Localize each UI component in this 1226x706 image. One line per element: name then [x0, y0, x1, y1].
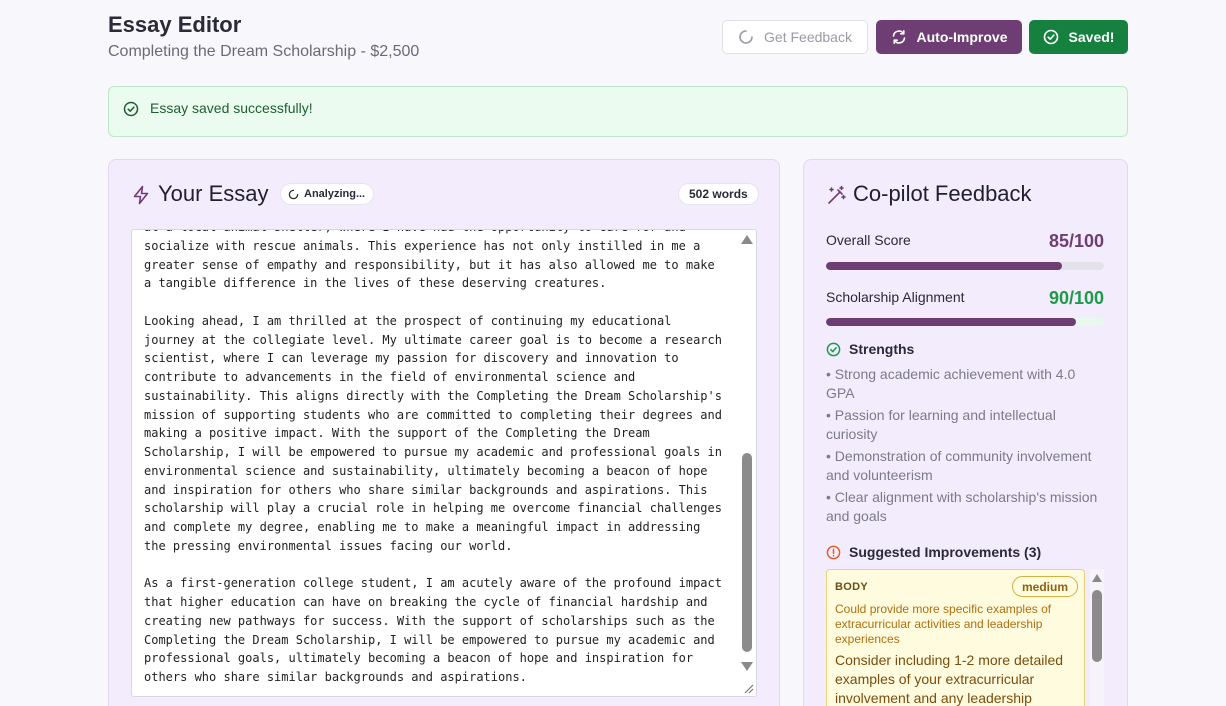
strength-item: • Demonstration of community involvement… [826, 448, 1092, 483]
essay-panel: Your Essay Analyzing... 502 words at a l… [108, 159, 780, 706]
alignment-score-value: 90/100 [1048, 288, 1104, 308]
alignment-score-label: Scholarship Alignment [826, 289, 965, 305]
analyzing-label: Analyzing... [304, 188, 366, 200]
scroll-up-icon[interactable] [1092, 574, 1102, 582]
alert-message: Essay saved successfully! [150, 100, 313, 116]
alert-circle-icon [826, 545, 841, 559]
loading-spinner-icon [288, 189, 299, 199]
improvements-heading: Suggested Improvements (3) [826, 544, 1041, 560]
check-circle-icon [1043, 29, 1058, 45]
overall-score-bar [826, 262, 1104, 270]
copilot-title: Co-pilot Feedback [853, 181, 1032, 206]
essay-title: Your Essay [158, 181, 269, 206]
page-title: Essay Editor [108, 12, 242, 37]
get-feedback-label: Get Feedback [764, 29, 852, 45]
strength-item: • Passion for learning and intellectual … [826, 407, 1056, 442]
alignment-score-bar [826, 318, 1104, 326]
resize-handle-icon[interactable] [742, 682, 754, 694]
check-circle-icon [826, 342, 841, 356]
word-count-badge: 502 words [678, 183, 759, 205]
overall-score-value: 85/100 [1048, 231, 1104, 251]
improvements-scrollbar[interactable] [1090, 569, 1104, 706]
scrollbar-thumb[interactable] [1092, 590, 1102, 662]
loading-spinner-icon [739, 30, 753, 44]
get-feedback-button[interactable]: Get Feedback [722, 20, 868, 54]
improvements-title: Suggested Improvements (3) [849, 544, 1042, 560]
essay-text: at a local animal shelter, where I have … [144, 230, 722, 684]
improvement-suggestion: Consider including 1-2 more detailed exa… [835, 652, 1064, 706]
magic-wand-icon [828, 185, 846, 204]
strengths-list: • Strong academic achievement with 4.0 G… [826, 365, 1106, 529]
overall-score-bar-fill [826, 262, 1063, 270]
improvement-card[interactable]: BODY medium Could provide more specific … [826, 569, 1085, 706]
strength-item: • Strong academic achievement with 4.0 G… [826, 366, 1076, 401]
strengths-heading: Strengths [826, 341, 914, 357]
strength-item: • Clear alignment with scholarship's mis… [826, 489, 1098, 524]
auto-improve-button[interactable]: Auto-Improve [876, 20, 1022, 54]
strengths-title: Strengths [849, 341, 915, 357]
analyzing-badge: Analyzing... [280, 183, 375, 205]
improvements-list: BODY medium Could provide more specific … [826, 569, 1104, 706]
scroll-down-icon[interactable] [741, 662, 753, 671]
auto-improve-label: Auto-Improve [916, 29, 1008, 45]
copilot-panel: Co-pilot Feedback Overall Score 85/100 S… [803, 159, 1128, 706]
scrollbar-thumb[interactable] [742, 453, 752, 652]
refresh-icon [892, 30, 905, 44]
check-circle-icon [123, 101, 139, 117]
lightning-icon [133, 185, 149, 205]
page-subtitle: Completing the Dream Scholarship - $2,50… [108, 43, 420, 60]
essay-textarea[interactable]: at a local animal shelter, where I have … [131, 229, 757, 697]
severity-badge: medium [1011, 576, 1078, 597]
improvement-area: BODY [835, 581, 868, 593]
saved-button[interactable]: Saved! [1029, 20, 1128, 54]
scroll-up-icon[interactable] [741, 235, 753, 244]
success-alert: Essay saved successfully! [108, 86, 1128, 137]
essay-scrollbar[interactable] [738, 230, 756, 696]
saved-label: Saved! [1068, 29, 1115, 45]
improvement-issue: Could provide more specific examples of … [835, 602, 1052, 646]
overall-score-label: Overall Score [826, 232, 911, 248]
alignment-score-bar-fill [826, 318, 1077, 326]
